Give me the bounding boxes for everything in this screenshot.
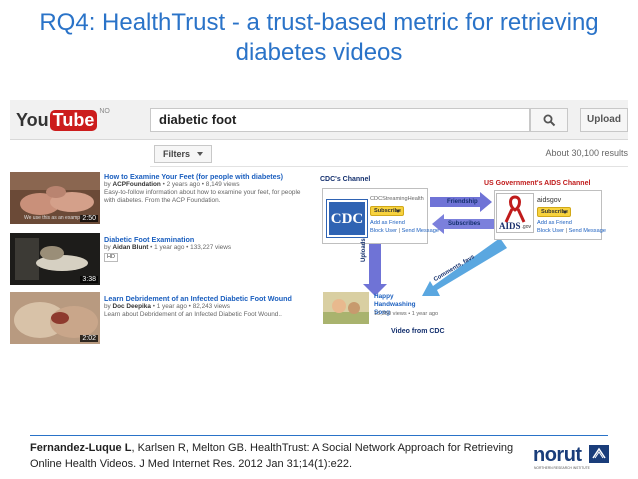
chevron-down-icon	[396, 210, 400, 213]
gov-logo-text: .gov	[521, 224, 531, 230]
add-friend-link[interactable]: Add as Friend	[537, 220, 572, 226]
aids-logo-text: AIDS	[499, 221, 521, 231]
comments-arrow	[422, 238, 507, 296]
aids-actions: Block User | Send Message	[537, 228, 606, 234]
cdc-logo-text: CDC	[330, 211, 364, 227]
subscribe-button[interactable]: Subscribe	[370, 206, 404, 216]
cdc-logo[interactable]: CDC	[326, 199, 368, 238]
red-ribbon-icon	[504, 195, 526, 223]
norut-tagline: NORTHERN RESEARCH INSTITUTE	[534, 466, 590, 470]
aids-gov-logo[interactable]: AIDS .gov	[496, 193, 534, 233]
handwashing-video-thumbnail[interactable]	[323, 292, 369, 324]
chevron-down-icon	[563, 211, 567, 214]
friendship-label: Friendship	[447, 199, 478, 205]
handwashing-thumbnail-image	[323, 292, 369, 324]
citation-author: Fernandez-Luque L	[30, 442, 132, 454]
subscribe-button[interactable]: Subscribe	[537, 207, 571, 217]
aids-channel-name[interactable]: aidsgov	[537, 197, 561, 204]
handwashing-video-meta: 13,350 views • 1 year ago	[374, 311, 439, 317]
uploads-label: Uploads	[361, 238, 367, 262]
cdc-actions: Block User | Send Message	[370, 228, 439, 234]
citation: Fernandez-Luque L, Karlsen R, Melton GB.…	[30, 440, 515, 472]
add-friend-link[interactable]: Add as Friend	[370, 220, 405, 226]
footer-divider	[30, 435, 608, 436]
send-message-link[interactable]: Send Message	[402, 228, 439, 234]
cdc-channel-label: CDC's Channel	[320, 176, 371, 183]
block-user-link[interactable]: Block User	[537, 228, 564, 234]
video-from-cdc-label: Video from CDC	[391, 328, 445, 335]
aids-channel-label: US Government's AIDS Channel	[484, 180, 591, 187]
norut-logo: norut NORTHERN RESEARCH INSTITUTE	[533, 440, 609, 472]
norut-logo-text: norut	[533, 444, 582, 466]
send-message-link[interactable]: Send Message	[569, 228, 606, 234]
block-user-link[interactable]: Block User	[370, 228, 397, 234]
cdc-channel-name[interactable]: CDCStreamingHealth	[370, 196, 424, 202]
norut-mark-icon	[589, 445, 609, 463]
subscribes-label: Subscribes	[448, 221, 481, 227]
